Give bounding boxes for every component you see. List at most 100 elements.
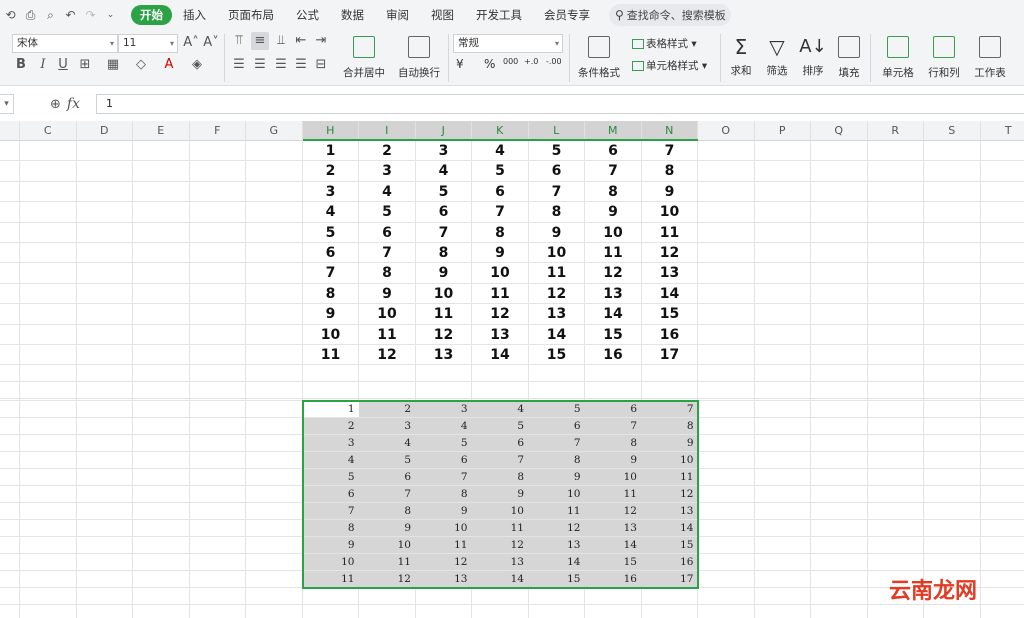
table-cell[interactable]: 10: [642, 202, 698, 222]
column-header[interactable]: S: [924, 121, 981, 141]
column-header[interactable]: F: [190, 121, 246, 141]
percent-format-button[interactable]: %: [484, 57, 495, 71]
font-size-select[interactable]: 11 ▾: [118, 34, 178, 53]
column-header[interactable]: I: [359, 121, 416, 141]
table-cell[interactable]: 14: [472, 345, 528, 365]
sum-button[interactable]: Σ 求和: [726, 34, 756, 78]
column-header[interactable]: R: [868, 121, 924, 141]
table-cell[interactable]: 11: [585, 243, 641, 263]
table-cell[interactable]: 12: [642, 243, 698, 263]
table-cell[interactable]: 3: [359, 161, 415, 181]
menu-tab[interactable]: 会员专享: [533, 5, 601, 25]
table-cell[interactable]: 14: [529, 325, 585, 345]
table-cell[interactable]: 11: [303, 345, 359, 365]
column-header[interactable]: J: [415, 121, 472, 141]
align-right-icon[interactable]: ☰: [272, 56, 290, 74]
table-cell[interactable]: 2: [303, 161, 359, 181]
table-cell[interactable]: 3: [416, 141, 472, 161]
print-preview-icon[interactable]: ⌕: [42, 6, 59, 24]
table-cell[interactable]: 10: [529, 243, 585, 263]
decrease-decimal-button[interactable]: -.00: [546, 57, 562, 66]
table-cell[interactable]: 6: [359, 223, 415, 243]
table-cell[interactable]: 7: [585, 161, 641, 181]
column-header[interactable]: L: [528, 121, 585, 141]
increase-font-icon[interactable]: A˄: [182, 34, 200, 52]
fill-color-icon[interactable]: ◇: [132, 56, 150, 74]
table-cell[interactable]: 10: [472, 263, 528, 283]
table-cell[interactable]: 13: [472, 325, 528, 345]
table-cell[interactable]: 12: [585, 263, 641, 283]
table-cell[interactable]: 4: [303, 202, 359, 222]
column-header[interactable]: D: [77, 121, 133, 141]
font-name-select[interactable]: 宋体 ▾: [12, 34, 118, 53]
table-cell[interactable]: 9: [472, 243, 528, 263]
menu-tab[interactable]: 视图: [420, 5, 465, 25]
command-search-box[interactable]: ⚲ 查找命令、搜索模板: [609, 4, 731, 26]
table-cell[interactable]: 8: [642, 161, 698, 181]
column-header[interactable]: P: [755, 121, 811, 141]
table-cell[interactable]: 15: [585, 325, 641, 345]
table-cell[interactable]: 9: [529, 223, 585, 243]
table-cell[interactable]: 10: [585, 223, 641, 243]
table-cell[interactable]: 9: [642, 182, 698, 202]
bold-icon[interactable]: B: [12, 56, 30, 74]
table-cell[interactable]: 10: [359, 304, 415, 324]
menu-tab[interactable]: 开始: [131, 5, 172, 25]
menu-tab[interactable]: 公式: [285, 5, 330, 25]
column-header[interactable]: Q: [811, 121, 868, 141]
table-cell[interactable]: 11: [642, 223, 698, 243]
table-cell[interactable]: 7: [303, 263, 359, 283]
table-cell[interactable]: 13: [529, 304, 585, 324]
distributed-align-icon[interactable]: ⊟: [312, 56, 330, 74]
undo-icon[interactable]: ↶: [62, 6, 79, 24]
menu-tab[interactable]: 页面布局: [217, 5, 285, 25]
table-cell[interactable]: 7: [529, 182, 585, 202]
table-cell[interactable]: 4: [472, 141, 528, 161]
align-bottom-icon[interactable]: ⫫: [272, 32, 290, 50]
wrap-text-button[interactable]: 自动换行: [396, 34, 442, 80]
table-cell[interactable]: 12: [416, 325, 472, 345]
table-cell[interactable]: 5: [359, 202, 415, 222]
table-cell[interactable]: 6: [585, 141, 641, 161]
table-cell[interactable]: 13: [585, 284, 641, 304]
fill-pattern-icon[interactable]: ▦: [104, 56, 122, 74]
table-cell[interactable]: 17: [642, 345, 698, 365]
font-color-icon[interactable]: A: [160, 56, 178, 74]
increase-decimal-button[interactable]: +.0: [524, 57, 538, 66]
table-cell[interactable]: 5: [529, 141, 585, 161]
menu-tab[interactable]: 审阅: [375, 5, 420, 25]
table-cell[interactable]: 8: [303, 284, 359, 304]
align-top-icon[interactable]: ⫪: [230, 32, 248, 50]
column-header[interactable]: H: [302, 121, 359, 141]
table-cell[interactable]: 6: [529, 161, 585, 181]
table-cell[interactable]: 4: [359, 182, 415, 202]
sort-button[interactable]: A↓ 排序: [798, 34, 828, 78]
number-format-select[interactable]: 常规 ▾: [453, 34, 563, 53]
table-cell[interactable]: 11: [359, 325, 415, 345]
table-cell[interactable]: 7: [359, 243, 415, 263]
table-cell[interactable]: 13: [642, 263, 698, 283]
column-header[interactable]: N: [641, 121, 698, 141]
row-col-button[interactable]: 行和列: [924, 34, 964, 80]
align-center-icon[interactable]: ☰: [251, 56, 269, 74]
decrease-font-icon[interactable]: A˅: [202, 34, 220, 52]
table-cell[interactable]: 7: [472, 202, 528, 222]
table-cell[interactable]: 8: [472, 223, 528, 243]
table-cell[interactable]: 6: [303, 243, 359, 263]
table-style-button[interactable]: 表格样式 ▾: [632, 36, 697, 51]
column-header[interactable]: G: [246, 121, 303, 141]
table-cell[interactable]: 9: [585, 202, 641, 222]
fill-button[interactable]: 填充: [834, 34, 864, 80]
thousands-format-button[interactable]: 000: [503, 57, 518, 66]
table-cell[interactable]: 8: [416, 243, 472, 263]
table-cell[interactable]: 7: [416, 223, 472, 243]
customize-chevron-icon[interactable]: ⌄: [102, 6, 119, 24]
print-icon[interactable]: ⎙: [22, 6, 39, 24]
menu-tab[interactable]: 数据: [330, 5, 375, 25]
column-header-partial[interactable]: [0, 121, 20, 141]
clear-format-icon[interactable]: ◈: [188, 56, 206, 74]
underline-icon[interactable]: U: [54, 56, 72, 74]
column-header[interactable]: O: [698, 121, 755, 141]
table-cell[interactable]: 5: [472, 161, 528, 181]
table-cell[interactable]: 5: [416, 182, 472, 202]
